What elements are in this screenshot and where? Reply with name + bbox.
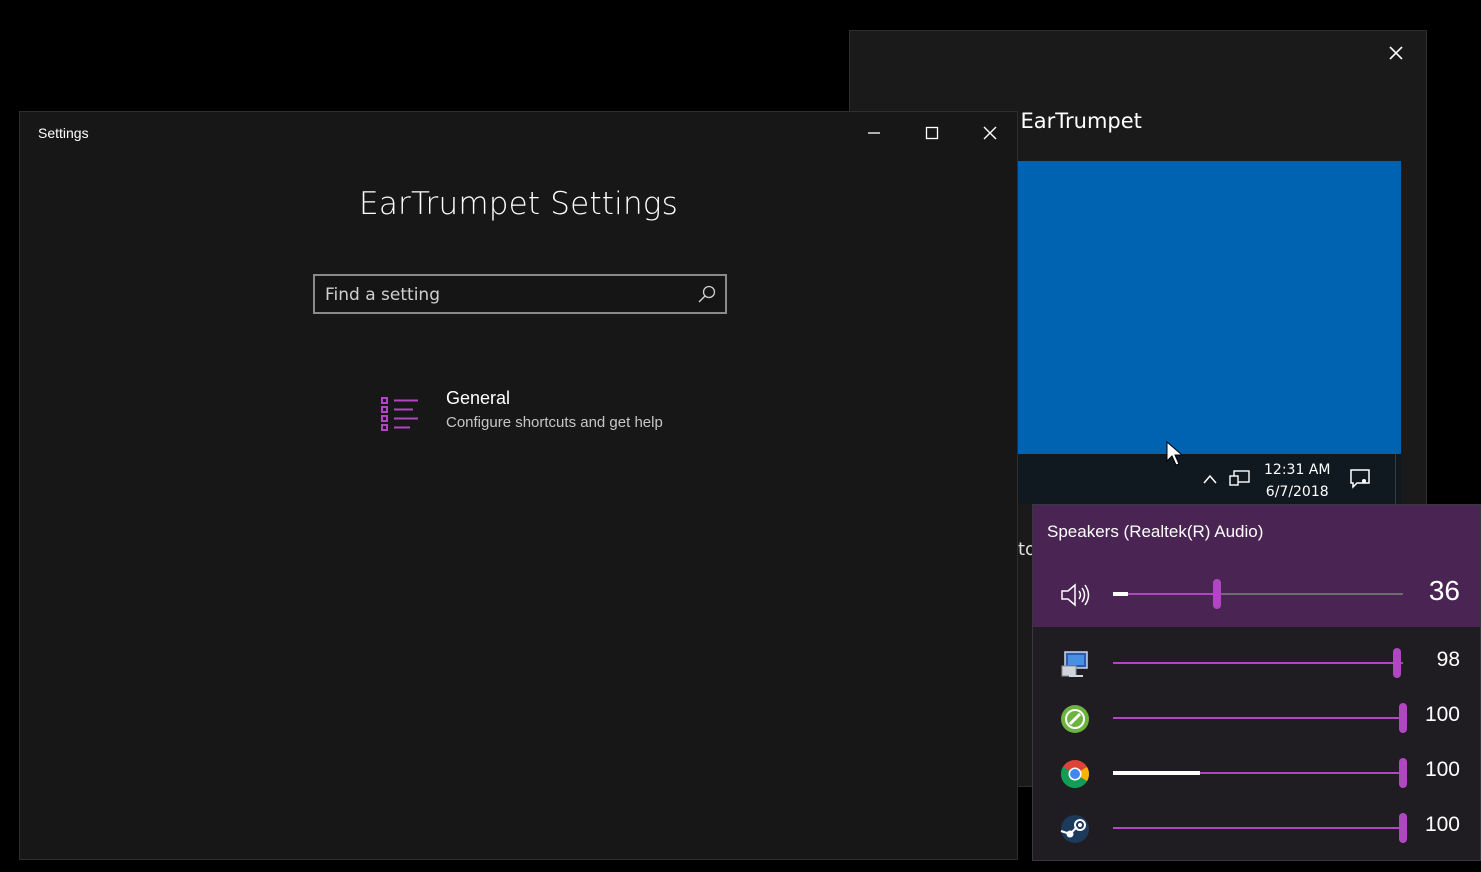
minimize-button[interactable] [845, 112, 903, 154]
app-green-icon[interactable] [1059, 703, 1091, 735]
slider-fill [1113, 717, 1403, 719]
speaker-icon[interactable] [1059, 579, 1091, 611]
minimize-icon [868, 132, 880, 134]
clock-date: 6/7/2018 [1265, 484, 1329, 500]
maximize-button[interactable] [903, 112, 961, 154]
settings-window: Settings EarTrumpet Settings Find a sett… [19, 111, 1018, 860]
maximize-icon [925, 126, 939, 140]
general-settings-item[interactable]: General Configure shortcuts and get help [380, 388, 700, 442]
peak-meter [1113, 771, 1200, 775]
app-volume-row: 100 [1033, 691, 1480, 745]
chevron-up-icon [1202, 470, 1218, 489]
slider-fill [1113, 662, 1398, 664]
preview-taskbar: 12:31 AM 6/7/2018 [1018, 454, 1401, 504]
taskbar-preview-image: 12:31 AM 6/7/2018 [1018, 161, 1401, 504]
taskbar-clock: 12:31 AM 6/7/2018 [1264, 459, 1330, 503]
close-button[interactable] [961, 112, 1019, 154]
peak-meter [1113, 592, 1128, 596]
system-sounds-icon[interactable] [1059, 648, 1091, 680]
mouse-cursor-icon [1166, 440, 1184, 471]
general-subtitle: Configure shortcuts and get help [446, 414, 663, 431]
app-volume-value: 100 [1424, 758, 1460, 781]
general-title: General [446, 388, 511, 408]
steam-icon[interactable] [1059, 813, 1091, 845]
clock-time: 12:31 AM [1264, 462, 1331, 478]
volume-flyout: Speakers (Realtek(R) Audio) 36 98 100 10… [1032, 504, 1481, 861]
notification-icon [1349, 468, 1371, 494]
slider-thumb[interactable] [1213, 579, 1222, 609]
app-volume-slider[interactable] [1113, 703, 1407, 733]
chrome-icon[interactable] [1059, 758, 1091, 790]
app-volume-value: 98 [1436, 648, 1460, 671]
search-icon[interactable] [697, 284, 717, 308]
welcome-close-icon[interactable] [1386, 43, 1406, 63]
app-volume-row: 98 [1033, 636, 1480, 690]
app-volume-value: 100 [1424, 703, 1460, 726]
page-title: EarTrumpet Settings [359, 186, 678, 222]
master-volume-slider[interactable] [1113, 579, 1403, 609]
app-volume-slider[interactable] [1113, 648, 1403, 678]
taskbar-separator [1395, 454, 1396, 504]
search-box[interactable] [313, 274, 727, 314]
app-volume-row: 100 [1033, 801, 1480, 855]
close-icon [983, 126, 997, 140]
window-title: Settings [38, 125, 89, 141]
master-volume-row: 36 [1033, 567, 1480, 621]
network-icon [1229, 469, 1251, 493]
master-volume-value: 36 [1428, 575, 1460, 606]
slider-fill [1113, 593, 1218, 595]
app-volume-row: 100 [1033, 746, 1480, 800]
list-icon [380, 396, 420, 438]
title-bar[interactable]: Settings [20, 112, 1017, 154]
search-input[interactable] [315, 276, 697, 314]
app-volume-slider[interactable] [1113, 758, 1407, 788]
app-volume-slider[interactable] [1113, 813, 1407, 843]
device-name: Speakers (Realtek(R) Audio) [1047, 522, 1264, 541]
slider-fill [1113, 827, 1403, 829]
app-volume-value: 100 [1424, 813, 1460, 836]
